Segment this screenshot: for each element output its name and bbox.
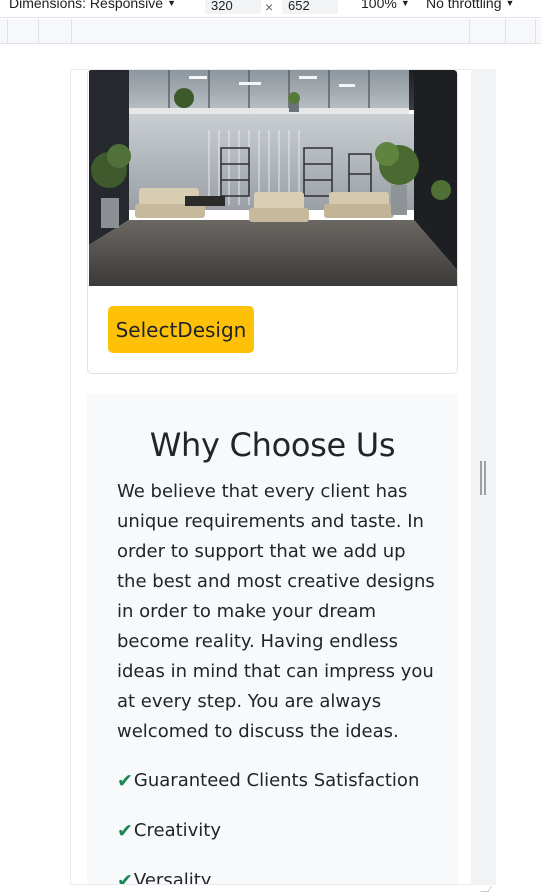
ruler-divider (38, 19, 39, 44)
device-viewport: SelectDesign Why Choose Us We believe th… (70, 69, 471, 885)
feature-label: Versality (133, 870, 212, 885)
check-icon: ✔ (117, 770, 133, 792)
why-choose-us-section: Why Choose Us We believe that every clie… (87, 394, 458, 885)
dimensions-dropdown[interactable]: Dimensions: Responsive ▼ (9, 0, 176, 11)
grip-line (480, 461, 482, 495)
corner-resize-icon[interactable] (480, 886, 492, 892)
feature-label: Creativity (133, 820, 222, 841)
throttle-label: No throttling (426, 0, 502, 11)
office-lounge-image (89, 70, 457, 286)
throttle-dropdown[interactable]: No throttling ▼ (426, 0, 514, 11)
check-icon: ✔ (117, 820, 133, 842)
ruler-divider (505, 19, 506, 44)
section-title: Why Choose Us (149, 426, 396, 464)
select-design-button[interactable]: SelectDesign (108, 306, 254, 353)
feature-item: ✔ Creativity (117, 816, 221, 846)
design-card: SelectDesign (87, 70, 458, 374)
feature-item: ✔ Guaranteed Clients Satisfaction (117, 766, 419, 796)
ruler-divider (535, 19, 536, 44)
viewport-resize-handle[interactable] (480, 461, 487, 495)
devtools-toolbar: Dimensions: Responsive ▼ × 100% ▼ No thr… (0, 0, 541, 18)
ruler-divider (469, 19, 470, 44)
zoom-caret-icon: ▼ (400, 0, 410, 8)
media-query-ruler[interactable] (0, 19, 541, 44)
ruler-divider (71, 19, 72, 44)
zoom-dropdown[interactable]: 100% ▼ (361, 0, 410, 11)
dimensions-caret-icon: ▼ (167, 0, 176, 8)
zoom-label: 100% (361, 0, 397, 11)
dimensions-label: Dimensions: Responsive (9, 0, 164, 11)
check-icon: ✔ (117, 870, 133, 885)
feature-label: Guaranteed Clients Satisfaction (133, 770, 420, 791)
feature-item: ✔ Versality (117, 866, 212, 885)
height-input[interactable] (282, 0, 338, 14)
section-description: We believe that every client has unique … (117, 481, 435, 742)
throttle-caret-icon: ▼ (505, 0, 515, 8)
width-input[interactable] (205, 0, 261, 14)
times-separator: × (265, 0, 274, 15)
grip-line (484, 461, 486, 495)
ruler-divider (7, 19, 8, 44)
